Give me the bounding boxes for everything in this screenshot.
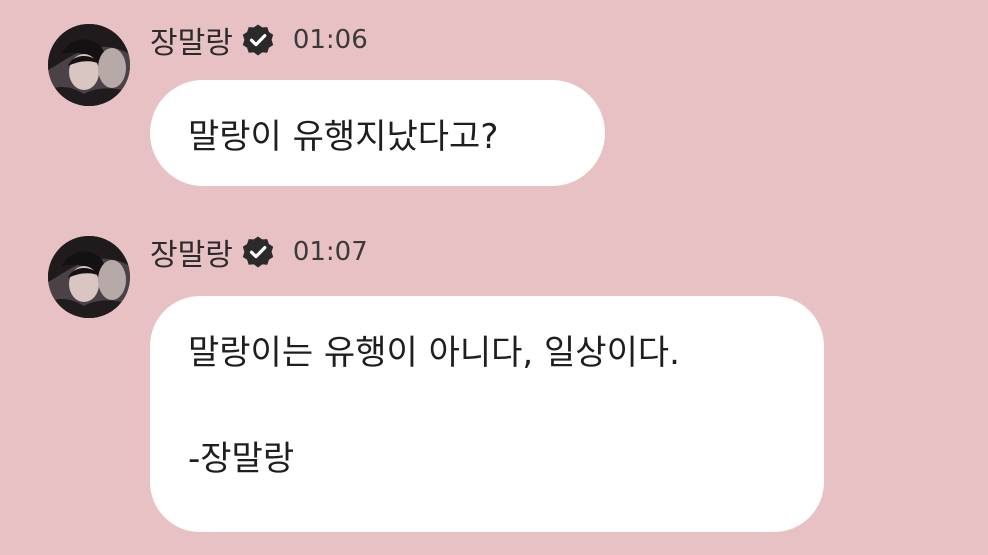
message-text: 말랑이 유행지났다고? — [188, 116, 499, 157]
verified-badge-icon — [241, 235, 275, 269]
message-text-line: 말랑이는 유행이 아니다, 일상이다. — [188, 333, 680, 373]
sender-name[interactable]: 장말랑 — [150, 230, 233, 274]
message-signature: -장말랑 — [188, 439, 295, 479]
message-header: 장말랑 01:07 — [150, 228, 368, 276]
avatar[interactable] — [48, 236, 130, 318]
message-header: 장말랑 01:06 — [150, 16, 368, 64]
message-time: 01:07 — [292, 237, 368, 267]
avatar[interactable] — [48, 24, 130, 106]
sender-name[interactable]: 장말랑 — [150, 18, 233, 62]
avatar-image — [48, 24, 130, 106]
message-bubble[interactable]: 말랑이 유행지났다고? — [150, 80, 605, 186]
message-bubble[interactable]: 말랑이는 유행이 아니다, 일상이다. -장말랑 — [150, 296, 824, 532]
avatar-image — [48, 236, 130, 318]
verified-badge-icon — [241, 23, 275, 57]
message-time: 01:06 — [292, 25, 368, 55]
chat-thread: 장말랑 01:06 말랑이 유행지났다고? 장말랑 01:07 말랑이는 유행이… — [0, 0, 988, 555]
